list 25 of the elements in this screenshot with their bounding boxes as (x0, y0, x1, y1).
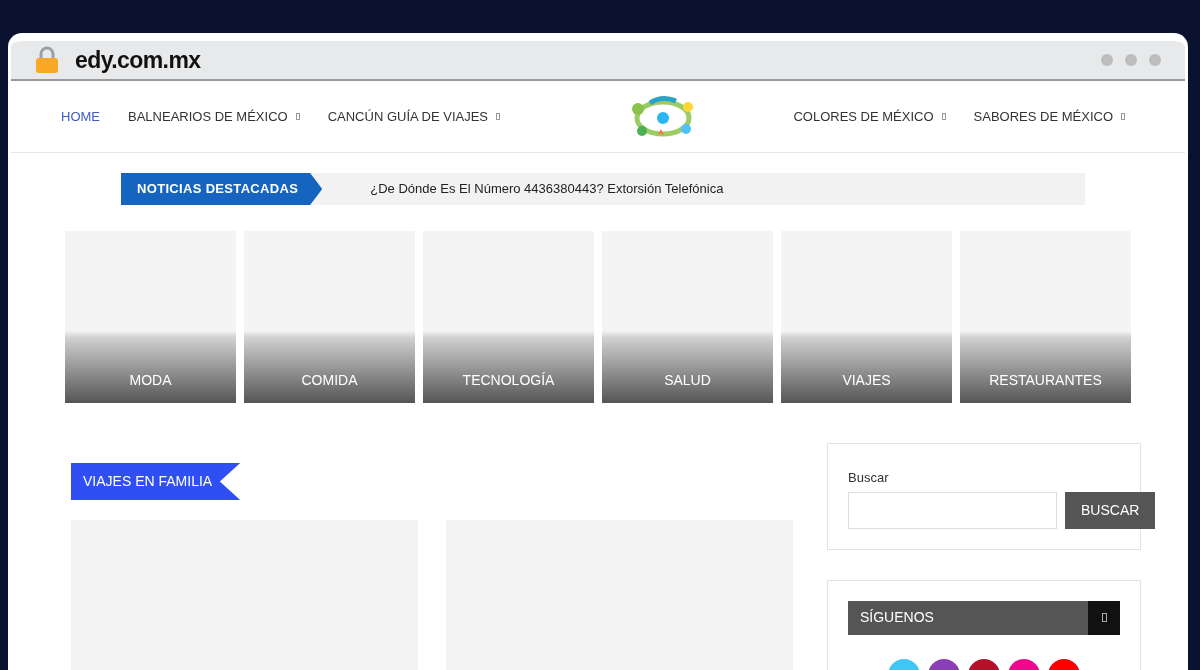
ticker-label: NOTICIAS DESTACADAS (121, 173, 323, 205)
missing-glyph-icon (1121, 113, 1125, 120)
section-title: VIAJES EN FAMILIA (71, 463, 241, 500)
nav-link[interactable]: COLORES DE MÉXICO (793, 106, 946, 127)
category-tile[interactable]: SALUD (602, 231, 773, 403)
missing-glyph-icon (496, 113, 501, 120)
search-field[interactable] (848, 491, 1057, 529)
category-tile[interactable]: RESTAURANTES (960, 231, 1131, 403)
nav-link[interactable]: BALNEARIOS DE MÉXICO (128, 106, 300, 127)
search-button[interactable]: BUSCAR (1065, 491, 1156, 529)
category-tile[interactable]: COMIDA (244, 231, 415, 403)
category-tile[interactable]: MODA (65, 231, 236, 403)
nav-link[interactable]: HOME (61, 106, 100, 127)
ticker-headline[interactable]: ¿De Dónde Es El Número 4436380443? Extorsión Telefónica (370, 173, 724, 205)
category-tile[interactable]: VIAJES (781, 231, 952, 403)
missing-glyph-icon (295, 113, 300, 120)
category-tile[interactable]: TECNOLOGÍA (423, 231, 594, 403)
widget-title: SÍGUENOS (859, 608, 935, 627)
nav-link[interactable]: SABORES DE MÉXICO (973, 106, 1125, 127)
missing-glyph-icon (941, 113, 946, 120)
missing-glyph-icon (1101, 613, 1107, 622)
url-text: edy.com.mx (75, 45, 201, 75)
nav-link[interactable]: CANCÚN GUÍA DE VIAJES (327, 106, 501, 127)
lock-icon (35, 46, 59, 74)
search-label: Buscar (848, 469, 890, 487)
